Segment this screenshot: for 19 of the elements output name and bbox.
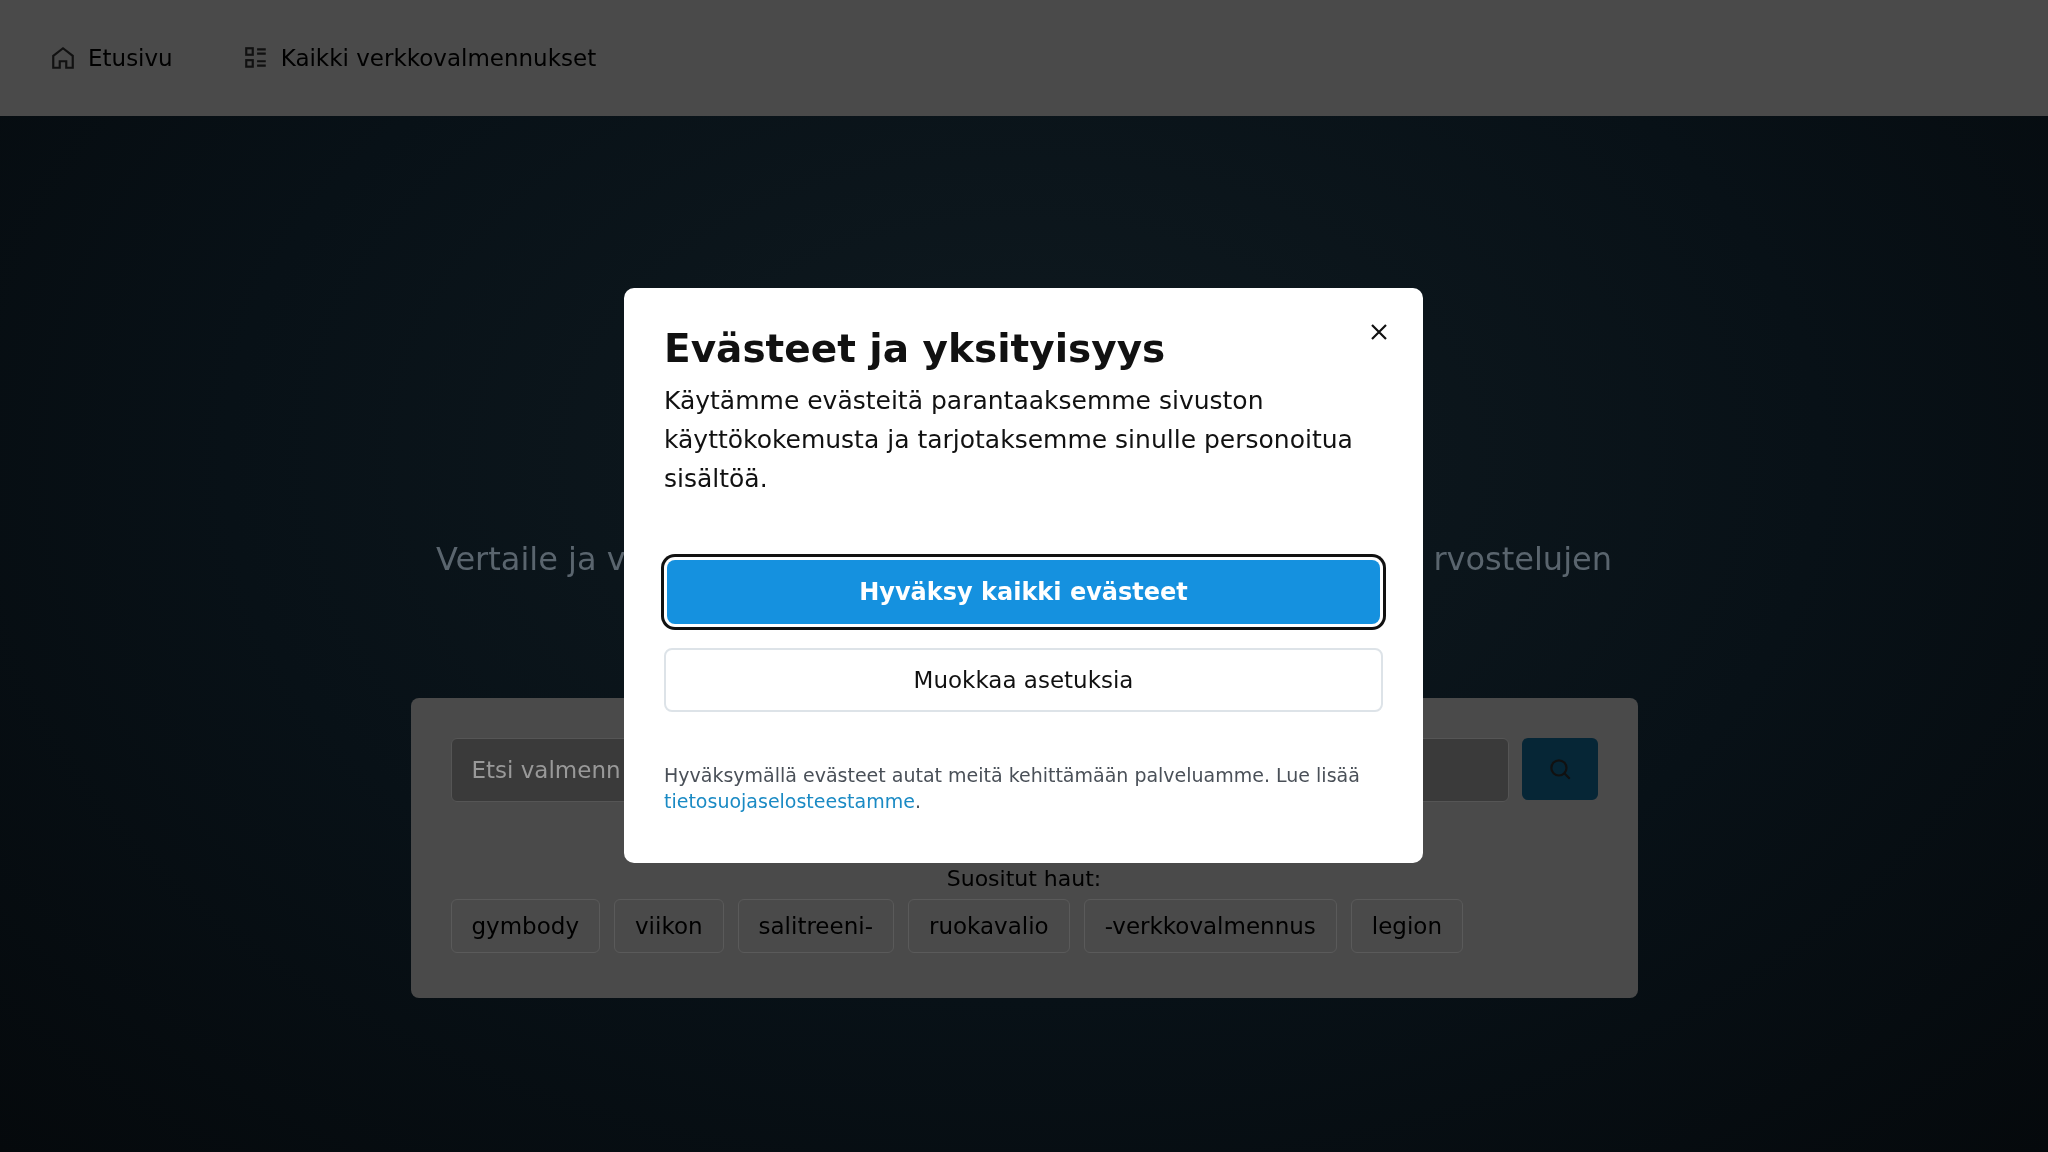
hero-subtitle: Vertaile ja v <box>436 540 626 578</box>
search-chip[interactable]: -verkkovalmennus <box>1083 899 1337 953</box>
search-chip[interactable]: ruokavalio <box>907 899 1070 953</box>
search-chip[interactable]: gymbody <box>450 899 600 953</box>
privacy-link[interactable]: tietosuojaselosteestamme <box>664 790 915 812</box>
hero-subtitle: rvostelujen <box>1433 540 1612 578</box>
dialog-title: Evästeet ja yksityisyys <box>664 326 1167 371</box>
search-chip[interactable]: legion <box>1350 899 1463 953</box>
close-icon <box>1369 322 1389 342</box>
privacy-note: Hyväksymällä evästeet autat meitä kehittämään palveluamme. Lue lisää tietosuojaselosteestamme. <box>664 763 1361 814</box>
search-chip[interactable]: viikon <box>614 899 724 953</box>
list-icon <box>242 45 269 71</box>
nav-link[interactable]: Etusivu <box>50 45 173 71</box>
popular-searches-label: Suositut haut: <box>946 866 1102 891</box>
nav-link-label: Etusivu <box>88 45 173 71</box>
home-icon <box>50 45 76 71</box>
dialog-text: Käytämme evästeitä parantaaksemme sivuston käyttökokemusta ja tarjotaksemme sinulle personoitua sisältöä. <box>664 385 1354 495</box>
settings-button[interactable]: Muokkaa asetuksia <box>664 648 1383 712</box>
search-chip[interactable]: salitreeni- <box>737 899 894 953</box>
